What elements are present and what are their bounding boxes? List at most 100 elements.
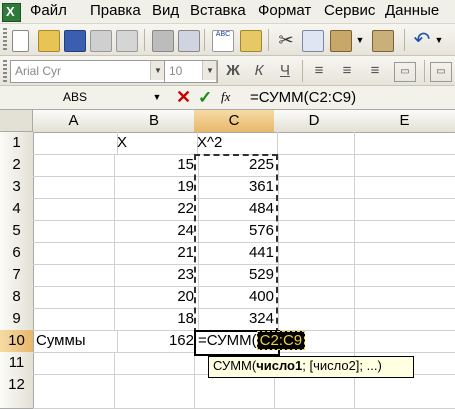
row-header-1[interactable]: 1 [0, 132, 34, 155]
chevron-down-icon[interactable]: ▼ [150, 88, 164, 107]
font-size-select[interactable]: 10 ▼ [164, 60, 218, 83]
column-header-c[interactable]: C [194, 110, 275, 133]
cell-d9[interactable] [274, 308, 355, 331]
row-header-5[interactable]: 5 [0, 220, 34, 243]
select-all-corner[interactable] [0, 110, 33, 132]
row-header-11[interactable]: 11 [0, 352, 34, 375]
row-header-9[interactable]: 9 [0, 308, 34, 331]
column-header-d[interactable]: D [274, 110, 355, 133]
row-header-8[interactable]: 8 [0, 286, 34, 309]
cell-b5[interactable]: 24 [114, 220, 199, 243]
enter-check-icon[interactable]: ✓ [198, 88, 212, 107]
cell-d4[interactable] [274, 198, 355, 221]
row-header-3[interactable]: 3 [0, 176, 34, 199]
paste-icon[interactable] [330, 30, 352, 52]
cell-b4[interactable]: 22 [114, 198, 199, 221]
cell-c1[interactable]: X^2 [194, 132, 278, 155]
cell-c6[interactable]: 441 [194, 242, 279, 265]
excel-app-icon[interactable] [2, 3, 21, 22]
merge-center-icon[interactable]: ▭ [394, 62, 416, 82]
row-header-6[interactable]: 6 [0, 242, 34, 265]
menu-tools[interactable]: Сервис [324, 2, 375, 19]
email-icon[interactable] [116, 30, 138, 52]
save-icon[interactable] [64, 30, 86, 52]
cell-e5[interactable] [354, 220, 455, 243]
menu-edit[interactable]: Правка [90, 2, 141, 19]
menu-format[interactable]: Формат [258, 2, 311, 19]
align-center-icon[interactable]: ≡ [336, 60, 358, 82]
menu-data[interactable]: Данные [385, 2, 439, 19]
cell-a1[interactable] [33, 132, 118, 155]
cell-d3[interactable] [274, 176, 355, 199]
currency-icon[interactable]: ▭ [430, 62, 452, 82]
font-name-select[interactable]: Arial Cyr ▼ [10, 60, 166, 83]
cell-a6[interactable] [33, 242, 115, 265]
research-icon[interactable] [240, 30, 262, 52]
cell-e12[interactable] [354, 374, 455, 409]
row-header-4[interactable]: 4 [0, 198, 34, 221]
cell-b1[interactable]: X [114, 132, 198, 155]
cell-c4[interactable]: 484 [194, 198, 279, 221]
cell-c5[interactable]: 576 [194, 220, 279, 243]
chevron-down-icon[interactable]: ▼ [150, 61, 165, 80]
cell-b9[interactable]: 18 [114, 308, 199, 331]
print-icon[interactable] [152, 30, 174, 52]
cell-a4[interactable] [33, 198, 115, 221]
undo-icon[interactable]: ↶ [412, 30, 432, 50]
toolbar-grip[interactable] [3, 60, 7, 82]
cell-e9[interactable] [354, 308, 455, 331]
tooltip-current-arg[interactable]: число1 [256, 358, 302, 373]
align-left-icon[interactable]: ≡ [308, 60, 330, 82]
menu-view[interactable]: Вид [152, 2, 179, 19]
cell-d5[interactable] [274, 220, 355, 243]
cell-a11[interactable] [33, 352, 115, 375]
cell-b12[interactable] [114, 374, 195, 409]
chevron-down-icon[interactable]: ▼ [202, 61, 217, 80]
underline-button[interactable]: Ч [274, 60, 296, 82]
insert-function-icon[interactable]: fx [221, 89, 230, 105]
menu-insert[interactable]: Вставка [190, 2, 246, 19]
cell-e6[interactable] [354, 242, 455, 265]
cell-e1[interactable] [354, 132, 455, 155]
cell-a3[interactable] [33, 176, 115, 199]
cell-d8[interactable] [274, 286, 355, 309]
cell-a5[interactable] [33, 220, 115, 243]
undo-dropdown-icon[interactable]: ▼ [434, 30, 444, 50]
cell-d7[interactable] [274, 264, 355, 287]
cell-e4[interactable] [354, 198, 455, 221]
cell-c8[interactable]: 400 [194, 286, 279, 309]
cell-b7[interactable]: 23 [114, 264, 199, 287]
cell-e8[interactable] [354, 286, 455, 309]
cut-icon[interactable]: ✂ [276, 30, 296, 50]
cell-c7[interactable]: 529 [194, 264, 279, 287]
cell-a7[interactable] [33, 264, 115, 287]
formula-input[interactable]: =СУММ(C2:C9) [250, 88, 356, 107]
cell-c12[interactable] [194, 374, 275, 409]
cell-a12[interactable] [33, 374, 115, 409]
format-painter-icon[interactable] [372, 30, 394, 52]
cell-a2[interactable] [33, 154, 115, 177]
spelling-icon[interactable]: ABC [212, 30, 234, 52]
cell-e7[interactable] [354, 264, 455, 287]
column-header-b[interactable]: B [114, 110, 195, 133]
new-icon[interactable] [12, 30, 29, 52]
cell-a8[interactable] [33, 286, 115, 309]
cell-b10[interactable]: 162 [114, 330, 199, 353]
cell-c2[interactable]: 225 [194, 154, 279, 177]
row-header-12[interactable]: 12 [0, 374, 34, 409]
cell-b3[interactable]: 19 [114, 176, 199, 199]
cell-b11[interactable] [114, 352, 195, 375]
align-right-icon[interactable]: ≡ [364, 60, 386, 82]
cell-b8[interactable]: 20 [114, 286, 199, 309]
cell-e10[interactable] [354, 330, 455, 353]
cell-a10[interactable]: Суммы [33, 330, 118, 353]
cell-c9[interactable]: 324 [194, 308, 279, 331]
row-header-2[interactable]: 2 [0, 154, 34, 177]
print-preview-icon[interactable] [178, 30, 200, 52]
tooltip-function-name[interactable]: СУММ( [213, 358, 256, 373]
cell-d12[interactable] [274, 374, 355, 409]
cell-e2[interactable] [354, 154, 455, 177]
menu-file[interactable]: Файл [30, 2, 67, 19]
cell-d6[interactable] [274, 242, 355, 265]
cell-d2[interactable] [274, 154, 355, 177]
